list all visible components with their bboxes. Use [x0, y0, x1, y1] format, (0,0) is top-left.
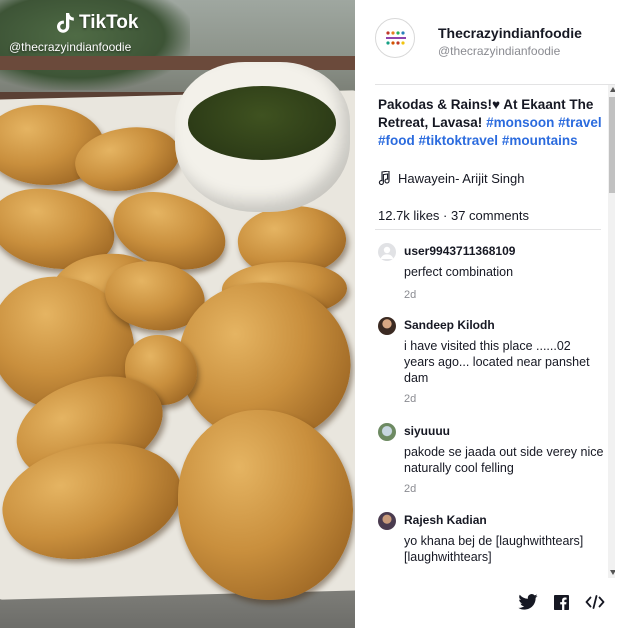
- author-avatar[interactable]: [375, 18, 415, 58]
- comment-item: siyuuuu pakode se jaada out side verey n…: [378, 423, 603, 499]
- share-embed-button[interactable]: [585, 592, 605, 612]
- sound-title: Hawayein- Arijit Singh: [398, 171, 525, 186]
- comment-text: i have visited this place ......02 years…: [404, 339, 590, 385]
- share-facebook-button[interactable]: [554, 592, 569, 612]
- comment-time: 2d: [404, 289, 417, 301]
- embed-code-icon: [585, 595, 605, 609]
- divider: [375, 229, 601, 230]
- comment-item: Sandeep Kilodh i have visited this place…: [378, 317, 603, 409]
- scroll-up-arrow-icon[interactable]: [610, 87, 615, 92]
- hashtag-travel[interactable]: #travel: [558, 115, 602, 130]
- post-caption: Pakodas & Rains!♥ At Ekaant The Retreat,…: [378, 96, 603, 150]
- video-thumbnail[interactable]: TikTok @thecrazyindianfoodie: [0, 0, 355, 628]
- green-chutney: [188, 86, 336, 160]
- comment-username[interactable]: Sandeep Kilodh: [404, 318, 495, 332]
- hashtag-food[interactable]: #food: [378, 133, 415, 148]
- post-panel: Thecrazyindianfoodie @thecrazyindianfood…: [355, 0, 624, 628]
- post-stats: 12.7k likes · 37 comments: [378, 208, 530, 223]
- user-photo-avatar[interactable]: [378, 512, 396, 530]
- tiktok-watermark: TikTok: [57, 12, 138, 34]
- default-avatar-icon[interactable]: [378, 243, 396, 261]
- scroll-down-arrow-icon[interactable]: [610, 570, 615, 575]
- user-photo-avatar[interactable]: [378, 423, 396, 441]
- author-name[interactable]: Thecrazyindianfoodie: [438, 25, 582, 41]
- hashtag-mountains[interactable]: #mountains: [502, 133, 578, 148]
- post-details-card: Pakodas & Rains!♥ At Ekaant The Retreat,…: [375, 84, 615, 578]
- twitter-icon: [518, 594, 538, 610]
- comment-username[interactable]: siyuuuu: [404, 424, 450, 438]
- tiktok-logo-icon: [57, 13, 74, 33]
- post-details-scroll-area[interactable]: Pakodas & Rains!♥ At Ekaant The Retreat,…: [375, 85, 603, 578]
- scrollbar-thumb[interactable]: [609, 97, 615, 193]
- comment-text: perfect combination: [404, 265, 514, 279]
- share-twitter-button[interactable]: [518, 592, 538, 612]
- comment-time: 2d: [404, 393, 417, 405]
- author-avatar-logo-icon: [386, 31, 406, 45]
- tiktok-brand-text: TikTok: [79, 12, 139, 33]
- user-photo-avatar[interactable]: [378, 317, 396, 335]
- music-note-icon: [378, 171, 390, 185]
- comment-item: Rajesh Kadian yo khana bej de [laughwith…: [378, 512, 603, 578]
- comments-scrollbar[interactable]: [608, 85, 615, 578]
- author-header[interactable]: Thecrazyindianfoodie @thecrazyindianfood…: [375, 18, 615, 68]
- video-handle-watermark: @thecrazyindianfoodie: [9, 40, 132, 54]
- comment-text: yo khana bej de [laughwithtears] [laughw…: [404, 534, 584, 564]
- comment-username[interactable]: user9943711368109: [404, 244, 515, 258]
- hashtag-monsoon[interactable]: #monsoon: [486, 115, 554, 130]
- author-handle[interactable]: @thecrazyindianfoodie: [438, 44, 560, 58]
- facebook-icon: [554, 594, 569, 610]
- comment-text: pakode se jaada out side verey nice natu…: [404, 445, 603, 475]
- comment-username[interactable]: Rajesh Kadian: [404, 513, 487, 527]
- sound-link[interactable]: Hawayein- Arijit Singh: [378, 171, 524, 186]
- comment-time: 2d: [404, 483, 417, 495]
- comment-item: user9943711368109 perfect combination 2d: [378, 243, 603, 303]
- hashtag-tiktoktravel[interactable]: #tiktoktravel: [419, 133, 499, 148]
